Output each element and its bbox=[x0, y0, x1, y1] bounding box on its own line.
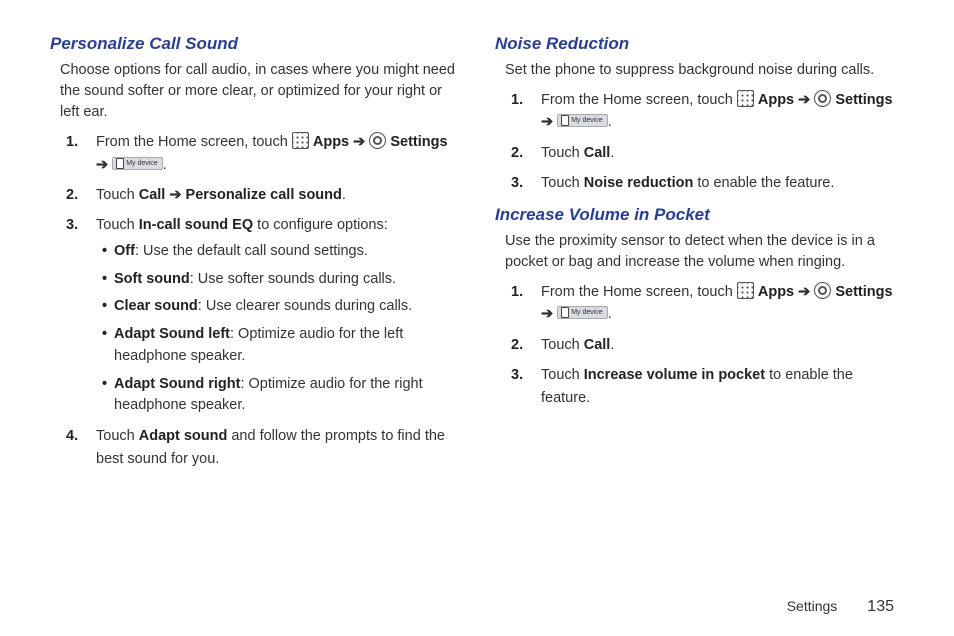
step-1: From the Home screen, touch Apps ➔ Setti… bbox=[541, 89, 904, 134]
intro-text: Use the proximity sensor to detect when … bbox=[505, 231, 904, 273]
intro-text: Set the phone to suppress background noi… bbox=[505, 60, 904, 81]
step-text: From the Home screen, touch bbox=[541, 284, 737, 300]
period: . bbox=[342, 187, 346, 203]
apps-label: Apps bbox=[758, 92, 794, 108]
arrow-icon: ➔ bbox=[541, 114, 557, 130]
arrow-icon: ➔ bbox=[353, 134, 369, 150]
bold-text: Noise reduction bbox=[584, 175, 694, 191]
bold-text: Call bbox=[584, 337, 611, 353]
left-column: Personalize Call Sound Choose options fo… bbox=[50, 30, 459, 590]
bullet-item: Clear sound: Use clearer sounds during c… bbox=[102, 296, 459, 318]
apps-icon bbox=[292, 132, 309, 149]
mydevice-icon: My device bbox=[557, 114, 608, 127]
period: . bbox=[163, 157, 167, 173]
intro-text: Choose options for call audio, in cases … bbox=[60, 60, 459, 123]
step-3: Touch Noise reduction to enable the feat… bbox=[541, 172, 904, 194]
step-text: Touch bbox=[96, 217, 139, 233]
bold-text: Personalize call sound bbox=[186, 187, 342, 203]
arrow-icon: ➔ bbox=[96, 157, 112, 173]
bullet-text: : Use softer sounds during calls. bbox=[190, 271, 396, 287]
bold-text: In-call sound EQ bbox=[139, 217, 253, 233]
arrow-icon: ➔ bbox=[541, 306, 557, 322]
step-2: Touch Call ➔ Personalize call sound. bbox=[96, 184, 459, 206]
bold-text: Call bbox=[139, 187, 166, 203]
settings-label: Settings bbox=[835, 284, 892, 300]
bullet-text: : Use the default call sound settings. bbox=[135, 243, 368, 259]
page: Personalize Call Sound Choose options fo… bbox=[0, 0, 954, 636]
bullet-list: Off: Use the default call sound settings… bbox=[96, 241, 459, 417]
bold-text: Off bbox=[114, 243, 135, 259]
footer-section: Settings bbox=[787, 598, 838, 614]
arrow-icon: ➔ bbox=[165, 187, 185, 203]
step-text: Touch bbox=[541, 337, 584, 353]
apps-icon bbox=[737, 90, 754, 107]
step-1: From the Home screen, touch Apps ➔ Setti… bbox=[96, 131, 459, 176]
bold-text: Soft sound bbox=[114, 271, 190, 287]
step-text: to configure options: bbox=[253, 217, 388, 233]
settings-icon bbox=[369, 132, 386, 149]
step-2: Touch Call. bbox=[541, 334, 904, 356]
step-1: From the Home screen, touch Apps ➔ Setti… bbox=[541, 281, 904, 326]
step-3: Touch In-call sound EQ to configure opti… bbox=[96, 214, 459, 417]
step-2: Touch Call. bbox=[541, 142, 904, 164]
bold-text: Adapt Sound left bbox=[114, 326, 230, 342]
step-3: Touch Increase volume in pocket to enabl… bbox=[541, 364, 904, 409]
period: . bbox=[608, 114, 612, 130]
bullet-item: Adapt Sound right: Optimize audio for th… bbox=[102, 374, 459, 418]
arrow-icon: ➔ bbox=[798, 284, 814, 300]
bold-text: Adapt sound bbox=[139, 428, 228, 444]
step-text: Touch bbox=[96, 187, 139, 203]
section-title-volume: Increase Volume in Pocket bbox=[495, 205, 904, 225]
step-text: From the Home screen, touch bbox=[541, 92, 737, 108]
step-text: Touch bbox=[541, 175, 584, 191]
step-text: From the Home screen, touch bbox=[96, 134, 292, 150]
columns: Personalize Call Sound Choose options fo… bbox=[50, 30, 904, 590]
step-text: Touch bbox=[96, 428, 139, 444]
step-text: Touch bbox=[541, 145, 584, 161]
bold-text: Clear sound bbox=[114, 298, 198, 314]
apps-label: Apps bbox=[758, 284, 794, 300]
settings-icon bbox=[814, 90, 831, 107]
settings-label: Settings bbox=[835, 92, 892, 108]
bullet-item: Off: Use the default call sound settings… bbox=[102, 241, 459, 263]
bold-text: Adapt Sound right bbox=[114, 376, 240, 392]
step-text: to enable the feature. bbox=[693, 175, 834, 191]
mydevice-icon: My device bbox=[112, 157, 163, 170]
bullet-item: Soft sound: Use softer sounds during cal… bbox=[102, 269, 459, 291]
page-footer: Settings 135 bbox=[50, 590, 904, 616]
steps-list: From the Home screen, touch Apps ➔ Setti… bbox=[60, 131, 459, 470]
bold-text: Increase volume in pocket bbox=[584, 367, 765, 383]
apps-icon bbox=[737, 282, 754, 299]
period: . bbox=[608, 306, 612, 322]
bullet-item: Adapt Sound left: Optimize audio for the… bbox=[102, 324, 459, 368]
section-title-noise: Noise Reduction bbox=[495, 34, 904, 54]
steps-list: From the Home screen, touch Apps ➔ Setti… bbox=[505, 281, 904, 409]
right-column: Noise Reduction Set the phone to suppres… bbox=[495, 30, 904, 590]
bold-text: Call bbox=[584, 145, 611, 161]
settings-icon bbox=[814, 282, 831, 299]
arrow-icon: ➔ bbox=[798, 92, 814, 108]
steps-list: From the Home screen, touch Apps ➔ Setti… bbox=[505, 89, 904, 195]
bullet-text: : Use clearer sounds during calls. bbox=[198, 298, 412, 314]
step-text: Touch bbox=[541, 367, 584, 383]
period: . bbox=[610, 337, 614, 353]
section-title-personalize: Personalize Call Sound bbox=[50, 34, 459, 54]
step-4: Touch Adapt sound and follow the prompts… bbox=[96, 425, 459, 470]
apps-label: Apps bbox=[313, 134, 349, 150]
period: . bbox=[610, 145, 614, 161]
settings-label: Settings bbox=[390, 134, 447, 150]
page-number: 135 bbox=[867, 598, 894, 616]
mydevice-icon: My device bbox=[557, 306, 608, 319]
